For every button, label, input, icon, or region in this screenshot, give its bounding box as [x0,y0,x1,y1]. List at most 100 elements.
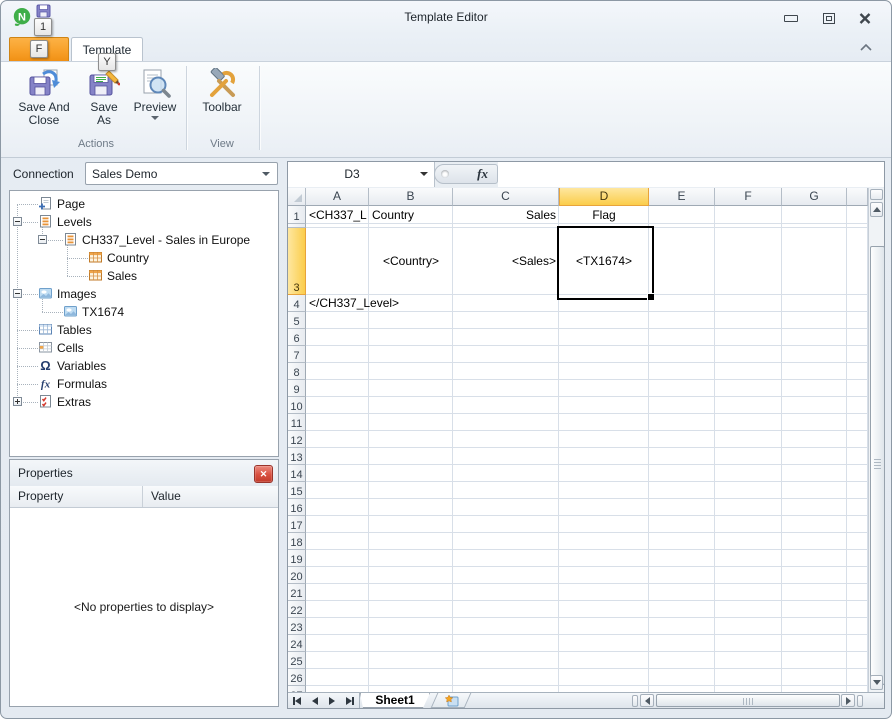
cell-H12[interactable] [847,431,868,448]
cell-F11[interactable] [715,414,782,431]
cell-D17[interactable] [559,516,649,533]
cell-D6[interactable] [559,329,649,346]
row-header-19[interactable]: 19 [288,550,306,567]
cell-A3[interactable] [306,228,369,295]
cell-F15[interactable] [715,482,782,499]
cell-text-B1[interactable]: Country [369,206,453,224]
cell-F14[interactable] [715,465,782,482]
cell-C13[interactable] [453,448,559,465]
cell-G18[interactable] [782,533,847,550]
vertical-scrollbar[interactable] [868,188,884,692]
cell-H19[interactable] [847,550,868,567]
cell-B19[interactable] [369,550,453,567]
cell-H5[interactable] [847,312,868,329]
cell-D12[interactable] [559,431,649,448]
cell-H18[interactable] [847,533,868,550]
row-header-14[interactable]: 14 [288,465,306,482]
cell-H1[interactable] [847,206,868,224]
cell-E6[interactable] [649,329,715,346]
cell-G3[interactable] [782,228,847,295]
cell-F21[interactable] [715,584,782,601]
cell-F7[interactable] [715,346,782,363]
cell-A19[interactable] [306,550,369,567]
cell-E21[interactable] [649,584,715,601]
row-header-23[interactable]: 23 [288,618,306,635]
cell-B10[interactable] [369,397,453,414]
cell-C4[interactable] [453,295,559,312]
cell-A23[interactable] [306,618,369,635]
cell-F3[interactable] [715,228,782,295]
cell-H15[interactable] [847,482,868,499]
cell-C15[interactable] [453,482,559,499]
cell-B26[interactable] [369,669,453,686]
column-header-A[interactable]: A [306,188,369,206]
cell-H24[interactable] [847,635,868,652]
cell-A17[interactable] [306,516,369,533]
cell-C19[interactable] [453,550,559,567]
cell-C6[interactable] [453,329,559,346]
cell-F12[interactable] [715,431,782,448]
cell-E22[interactable] [649,601,715,618]
cell-E25[interactable] [649,652,715,669]
cell-H26[interactable] [847,669,868,686]
cell-F16[interactable] [715,499,782,516]
next-sheet-button[interactable] [324,693,342,708]
row-header-16[interactable]: 16 [288,499,306,516]
cell-E15[interactable] [649,482,715,499]
cell-A10[interactable] [306,397,369,414]
formula-input[interactable] [498,162,884,187]
cell-D5[interactable] [559,312,649,329]
cell-D20[interactable] [559,567,649,584]
cell-G4[interactable] [782,295,847,312]
cell-G19[interactable] [782,550,847,567]
properties-close-button[interactable]: ✕ [254,465,273,483]
row-header-18[interactable]: 18 [288,533,306,550]
cell-D21[interactable] [559,584,649,601]
column-header-D[interactable]: D [559,188,649,206]
cell-F1[interactable] [715,206,782,224]
cell-A9[interactable] [306,380,369,397]
cell-B24[interactable] [369,635,453,652]
scroll-left-button[interactable] [640,694,654,707]
cell-B7[interactable] [369,346,453,363]
properties-col-property[interactable]: Property [10,486,143,507]
cell-text-C3[interactable]: <Sales> [453,228,559,295]
cell-E13[interactable] [649,448,715,465]
cell-C11[interactable] [453,414,559,431]
cell-F24[interactable] [715,635,782,652]
save-as-button[interactable]: Save As [81,66,127,127]
cell-G16[interactable] [782,499,847,516]
cell-E23[interactable] [649,618,715,635]
cell-A5[interactable] [306,312,369,329]
cell-A25[interactable] [306,652,369,669]
cell-D10[interactable] [559,397,649,414]
row-header-21[interactable]: 21 [288,584,306,601]
fill-handle[interactable] [647,293,654,300]
cell-B25[interactable] [369,652,453,669]
row-header-5[interactable]: 5 [288,312,306,329]
cell-H16[interactable] [847,499,868,516]
name-box[interactable]: D3 [288,162,435,187]
cell-D8[interactable] [559,363,649,380]
cell-G14[interactable] [782,465,847,482]
cell-H6[interactable] [847,329,868,346]
cell-H21[interactable] [847,584,868,601]
tree-item-sales[interactable]: Sales [10,267,278,285]
row-header-13[interactable]: 13 [288,448,306,465]
column-header-E[interactable]: E [649,188,715,206]
cell-D9[interactable] [559,380,649,397]
tree-item-country[interactable]: Country [10,249,278,267]
cell-G7[interactable] [782,346,847,363]
column-header-C[interactable]: C [453,188,559,206]
cell-F10[interactable] [715,397,782,414]
tree-item-images[interactable]: Images [10,285,278,303]
cell-text-A1[interactable]: <CH337_L [306,206,369,224]
expand-icon[interactable] [13,397,22,406]
vertical-scroll-thumb[interactable] [870,246,885,685]
collapse-icon[interactable] [13,217,22,226]
cell-G24[interactable] [782,635,847,652]
selected-cell-border[interactable] [557,226,654,300]
cell-C26[interactable] [453,669,559,686]
cell-C16[interactable] [453,499,559,516]
tree-item-cells[interactable]: Cells [10,339,278,357]
